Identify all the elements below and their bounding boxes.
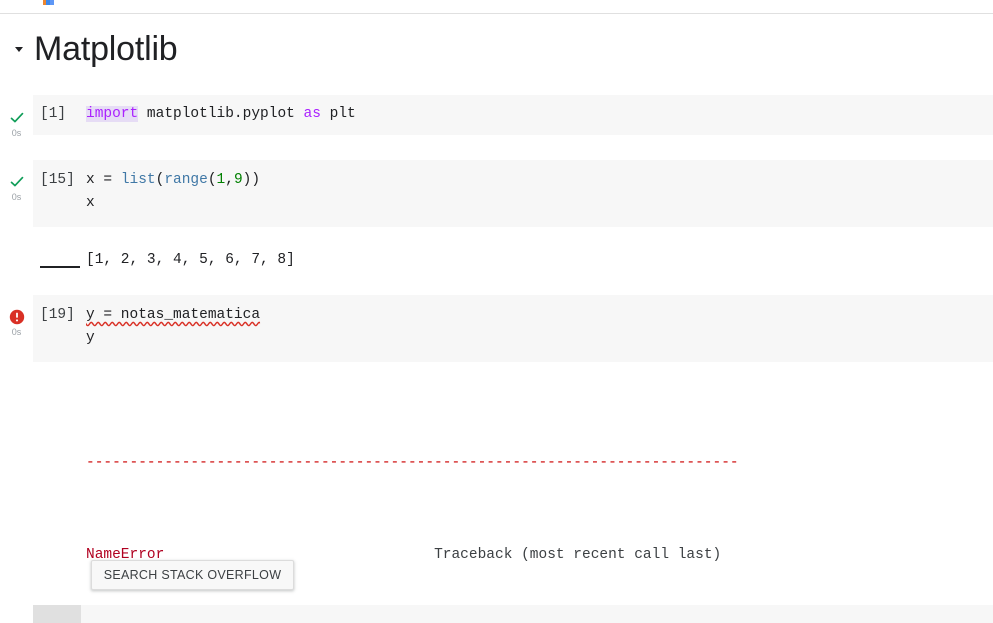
- cell-19-exec-spacer: [33, 327, 86, 350]
- token-comma: ,: [225, 172, 234, 188]
- code-line: [19] y = notas_matematica: [33, 304, 993, 327]
- partial-toolbar-icon: [43, 0, 54, 5]
- next-code-cell-partial[interactable]: [33, 605, 993, 623]
- cell-15-source-line-2[interactable]: x: [86, 192, 993, 215]
- token-alias-plt: plt: [320, 106, 356, 122]
- code-line: x: [33, 192, 993, 215]
- traceback-label: Traceback (most recent call last): [434, 547, 722, 563]
- colab-notebook-page: Matplotlib 0s [1] import matplotlib.pypl…: [0, 0, 993, 623]
- cell-15-exec-spacer: [33, 192, 86, 215]
- check-circle-icon[interactable]: [8, 109, 26, 127]
- cell-15-output-text: [1, 2, 3, 4, 5, 6, 7, 8]: [86, 252, 295, 268]
- cell-15-runtime: 0s: [11, 192, 22, 202]
- cell-1-exec-count: [1]: [40, 106, 67, 122]
- error-circle-icon[interactable]: [8, 308, 26, 326]
- token-paren-open-2: (: [207, 172, 217, 188]
- cell-1-runtime: 0s: [11, 128, 22, 138]
- cell-1-gutter: 0s: [0, 109, 33, 138]
- traceback-separator: ----------------------------------------…: [86, 455, 739, 471]
- token-var-x: x =: [86, 172, 121, 188]
- cell-19-source-line-2[interactable]: y: [86, 327, 993, 350]
- check-circle-icon[interactable]: [8, 173, 26, 191]
- token-keyword-as: as: [303, 106, 321, 122]
- token-number-9: 9: [233, 172, 243, 188]
- cell-19-runtime: 0s: [11, 327, 22, 337]
- token-keyword-import: import: [86, 106, 139, 122]
- token-paren-close: )): [242, 172, 261, 188]
- triangle-down-icon[interactable]: [8, 42, 30, 56]
- cell-19-exec-count: [19]: [40, 307, 75, 323]
- cell-15-source-line-1[interactable]: x = list(range(1,9)): [86, 169, 993, 192]
- page-title: Matplotlib: [34, 30, 178, 68]
- output-bar-icon: [33, 249, 86, 272]
- code-line: y: [33, 327, 993, 350]
- token-module-path: matplotlib.pyplot: [138, 106, 304, 122]
- cell-1-code-area[interactable]: [1] import matplotlib.pyplot as plt: [33, 95, 993, 135]
- token-builtin-list: list: [120, 172, 156, 188]
- token-number-1: 1: [216, 172, 226, 188]
- notebook-body: Matplotlib 0s [1] import matplotlib.pypl…: [0, 15, 993, 623]
- cell-15-exec-count: [15]: [40, 172, 75, 188]
- toolbar-sliver: [0, 0, 993, 14]
- cell-1-source[interactable]: import matplotlib.pyplot as plt: [86, 103, 993, 126]
- cell-19-source-line-1[interactable]: y = notas_matematica: [86, 304, 993, 327]
- cell-15-code-area[interactable]: [15] x = list(range(1,9)) x: [33, 160, 993, 227]
- cell-19-gutter: 0s: [0, 308, 33, 337]
- next-cell-gutter-partial: [33, 605, 81, 623]
- search-stack-overflow-button[interactable]: SEARCH STACK OVERFLOW: [91, 560, 294, 590]
- output-row: [1, 2, 3, 4, 5, 6, 7, 8]: [33, 249, 993, 272]
- cell-15-gutter: 0s: [0, 173, 33, 202]
- cell-15-output: [1, 2, 3, 4, 5, 6, 7, 8]: [33, 249, 993, 272]
- code-line: [1] import matplotlib.pyplot as plt: [33, 103, 993, 126]
- cell-19-code-area[interactable]: [19] y = notas_matematica y: [33, 295, 993, 362]
- section-header[interactable]: Matplotlib: [0, 25, 178, 73]
- token-builtin-range: range: [164, 172, 208, 188]
- code-line: [15] x = list(range(1,9)): [33, 169, 993, 192]
